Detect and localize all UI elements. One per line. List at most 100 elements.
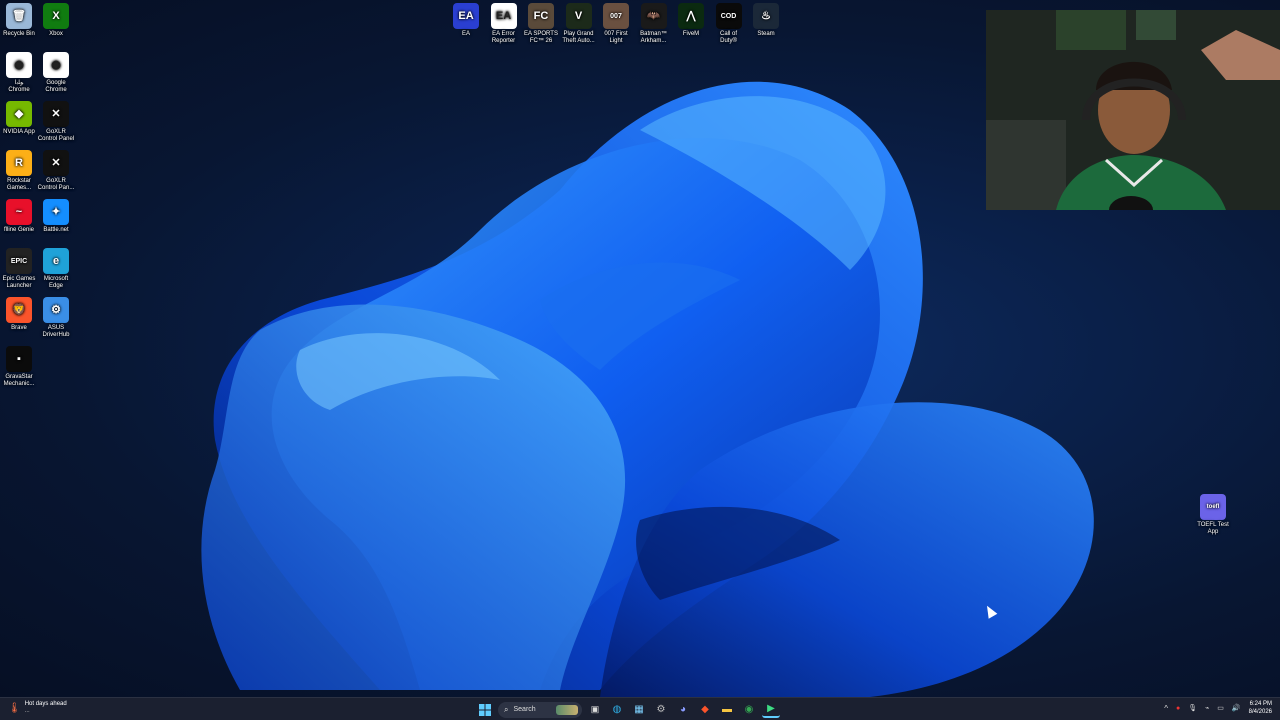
desktop-icon-label: FiveM [682, 31, 700, 37]
xbox-icon: X [43, 3, 69, 29]
steam-icon: ♨ [753, 3, 779, 29]
brave-icon: ◆ [701, 704, 709, 715]
desktop-icon[interactable]: 🗑 Recycle Bin [0, 3, 38, 38]
desktop-icon-label: Rockstar Games... [6, 178, 32, 191]
desktop-icon-label: Microsoft Edge [43, 276, 69, 289]
desktop-icon-label: Batman™ Arkham... [640, 31, 667, 44]
desktop-icon-label: Epic Games Launcher [2, 276, 36, 289]
desktop-icon[interactable]: ♨ Steam [747, 3, 785, 38]
display-icon[interactable]: ▭ [1217, 704, 1224, 712]
weather-widget[interactable]: 🌡 Hot days ahead ... [8, 701, 67, 715]
desktop-icon[interactable]: COD Call of Duty® [710, 3, 748, 45]
fc26-icon: FC [528, 3, 554, 29]
taskbar-settings[interactable]: ⚙ [652, 701, 670, 718]
desktop-icon-label: EA Error Reporter [491, 31, 516, 44]
gear-icon: ⚙ [656, 704, 666, 715]
desktop-icon[interactable]: ◆ NVIDIA App [0, 101, 38, 136]
ea-icon: EA [453, 3, 479, 29]
desktop-icon[interactable]: FC EA SPORTS FC™ 26 [522, 3, 560, 45]
taskbar-apps: ⌕ Search ▣ ◍ ▦ ⚙ ◕ ◆ ▬ ◉ ▶ [476, 701, 780, 718]
nvidia-icon: ◆ [6, 101, 32, 127]
desktop-icon-label: Battle.net [43, 227, 69, 233]
desktop-icon-label: Google Chrome [45, 80, 67, 93]
clock-time: 6:24 PM [1249, 701, 1272, 707]
brave-icon: 🦁 [6, 297, 32, 323]
desktop-icon-label: GoXLR Control Pan... [37, 178, 75, 191]
search-icon: ⌕ [504, 704, 509, 714]
weather-subtitle: ... [24, 708, 30, 714]
asus-icon: ⚙ [43, 297, 69, 323]
start-button[interactable] [476, 701, 494, 718]
desktop-icon[interactable]: ⚙ ASUS DriverHub [37, 297, 75, 339]
taskbar-search[interactable]: ⌕ Search [498, 701, 582, 718]
desktop-icon-label: TOEFL Test App [1197, 522, 1229, 535]
windows-icon [479, 703, 491, 716]
desktop-icon[interactable]: 🦁 Brave [0, 297, 38, 332]
search-highlight-icon [556, 704, 578, 715]
cod-icon: COD [715, 3, 742, 29]
taskbar-brave[interactable]: ◆ [696, 701, 714, 718]
antivirus-icon[interactable]: ● [1176, 705, 1180, 712]
clock[interactable]: 6:24 PM 8/4/2026 [1249, 700, 1272, 716]
taskbar-store[interactable]: ▦ [630, 701, 648, 718]
desktop-icon[interactable]: 007 007 First Light [597, 3, 635, 45]
desktop-icon[interactable]: ✕ GoXLR Control Panel [37, 101, 75, 143]
desktop-icon[interactable]: ◉ ﻮﻠﺑﺍ Chrome [0, 52, 38, 94]
gta-icon: V [565, 3, 592, 29]
desktop-icon[interactable]: ~ flline Genie [0, 199, 38, 234]
desktop-icon-label: EA SPORTS FC™ 26 [524, 31, 558, 44]
taskbar-edge[interactable]: ◍ [608, 701, 626, 718]
batman-icon: 🦇 [640, 3, 667, 29]
toefl-icon: toefl [1200, 494, 1226, 520]
desktop-icon-toefl[interactable]: toefl TOEFL Test App [1194, 494, 1232, 536]
desktop-icon[interactable]: EA EA Error Reporter [485, 3, 523, 45]
taskbar: 🌡 Hot days ahead ... ⌕ Search ▣ ◍ ▦ ⚙ ◕ … [0, 697, 1280, 720]
chevron-up-icon[interactable]: ^ [1164, 704, 1168, 713]
desktop-icon[interactable]: R Rockstar Games... [0, 150, 38, 192]
edge-icon: e [43, 248, 69, 274]
007-icon: 007 [603, 3, 629, 29]
clock-date: 8/4/2026 [1248, 709, 1272, 715]
chrome-icon: ◉ [6, 52, 32, 78]
desktop-icon[interactable]: ▪ GravaStar Mechanic... [0, 346, 38, 388]
taskbar-explorer[interactable]: ▬ [718, 701, 736, 718]
desktop-icon[interactable]: X Xbox [37, 3, 75, 38]
taskbar-chrome[interactable]: ◉ [740, 701, 758, 718]
ea-icon: EA [490, 3, 517, 29]
desktop-icon[interactable]: EA EA [447, 3, 485, 38]
usb-icon[interactable]: ⌁ [1205, 704, 1209, 712]
desktop-icon-label: 007 First Light [604, 31, 628, 44]
fivem-icon: ⋀ [678, 3, 704, 29]
desktop-icon-label: ﻮﻠﺑﺍ Chrome [8, 80, 30, 93]
desktop-icon[interactable]: e Microsoft Edge [37, 248, 75, 290]
weather-icon: 🌡 [8, 702, 21, 714]
desktop-icon[interactable]: 🦇 Batman™ Arkham... [635, 3, 673, 45]
desktop-icon-label: flline Genie [3, 227, 35, 233]
task-view-button[interactable]: ▣ [586, 701, 604, 718]
desktop-icon-label: Brave [11, 325, 27, 331]
desktop-icon[interactable]: EPIC Epic Games Launcher [0, 248, 38, 290]
taskbar-discord[interactable]: ◕ [674, 701, 692, 718]
store-icon: ▦ [634, 704, 644, 715]
speaker-icon[interactable]: 🔊 [1232, 704, 1241, 712]
system-tray: ^ ● 🎙 ⌁ ▭ 🔊 6:24 PM 8/4/2026 [1164, 700, 1272, 716]
battlenet-icon: ✦ [43, 199, 69, 225]
desktop-icon-label: NVIDIA App [3, 129, 35, 135]
desktop-icon-label: Steam [757, 31, 775, 37]
desktop-icon[interactable]: ✦ Battle.net [37, 199, 75, 234]
desktop-icon-label: EA [461, 31, 470, 37]
terminal-icon: ▶ [767, 703, 775, 714]
desktop-icon[interactable]: ✕ GoXLR Control Pan... [37, 150, 75, 192]
rockstar-icon: R [6, 150, 32, 176]
desktop-icon[interactable]: ◉ Google Chrome [37, 52, 75, 94]
desktop-icon-label: GravaStar Mechanic... [3, 374, 35, 387]
taskbar-terminal[interactable]: ▶ [762, 701, 780, 718]
desktop-icon[interactable]: V Play Grand Theft Auto... [560, 3, 598, 45]
folder-icon: ▬ [722, 704, 732, 715]
chrome-icon: ◉ [43, 52, 69, 78]
desktop-icon[interactable]: ⋀ FiveM [672, 3, 710, 38]
desktop-icon-label: GoXLR Control Panel [37, 129, 75, 142]
chrome-icon: ◉ [744, 704, 754, 715]
desktop-icon-label: ASUS DriverHub [42, 325, 70, 338]
microphone-icon[interactable]: 🎙 [1188, 704, 1197, 712]
